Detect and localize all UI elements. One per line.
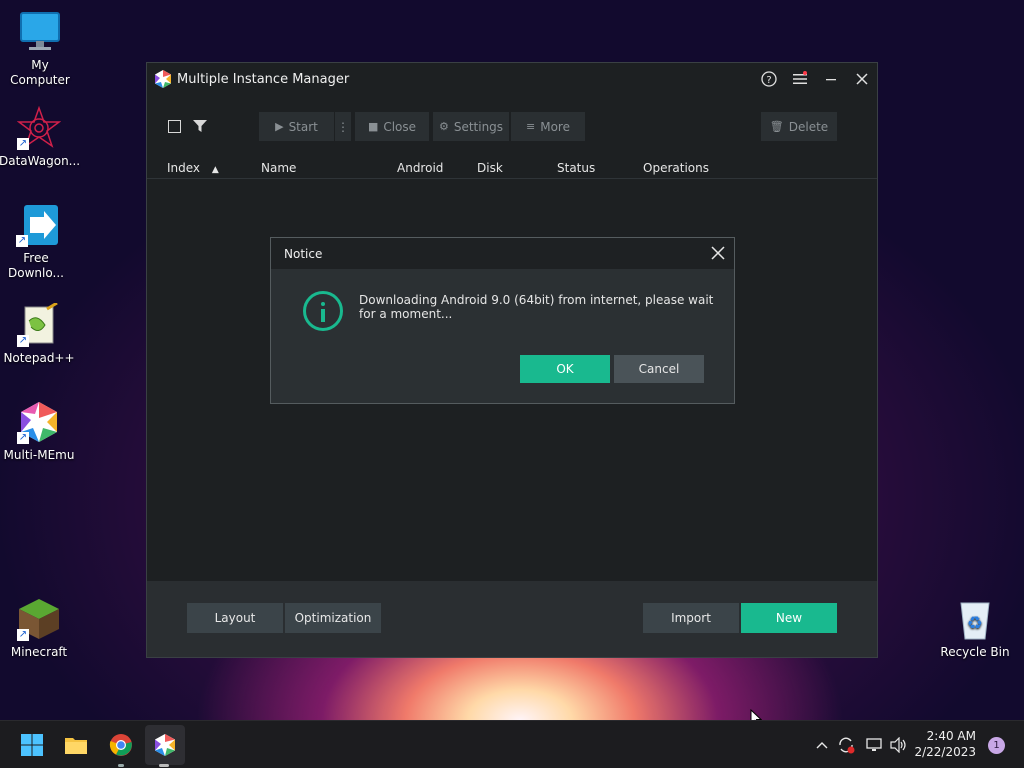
desktop-icon-label: DataWagon... xyxy=(0,154,81,168)
close-instance-button[interactable]: ■ Close xyxy=(355,112,429,141)
window-titlebar[interactable]: Multiple Instance Manager ? xyxy=(147,63,877,95)
gear-icon: ⚙ xyxy=(438,120,449,133)
sync-status-button[interactable] xyxy=(835,721,857,768)
network-icon xyxy=(866,738,882,751)
desktop-icon-label: Free Downlo... xyxy=(8,251,64,280)
column-header-name[interactable]: Name xyxy=(261,161,296,175)
window-footer: Layout Optimization Import New xyxy=(147,581,877,657)
dialog-message: Downloading Android 9.0 (64bit) from int… xyxy=(359,293,714,321)
free-download-manager-icon: ↗ xyxy=(16,203,60,247)
desktop-icon-label: My Computer xyxy=(10,58,70,87)
help-button[interactable]: ? xyxy=(753,63,784,95)
shortcut-arrow-icon: ↗ xyxy=(16,235,28,247)
minecraft-icon: ↗ xyxy=(17,597,61,641)
column-header-index[interactable]: Index ▲ xyxy=(167,161,219,175)
trash-icon: 🗑 xyxy=(769,120,784,133)
ok-button[interactable]: OK xyxy=(520,355,610,383)
show-hidden-icons-button[interactable] xyxy=(812,721,832,768)
multi-memu-running-indicator xyxy=(159,764,169,767)
chrome-icon[interactable] xyxy=(109,733,133,757)
desktop-icon-recycle-bin[interactable]: ♻ Recycle Bin xyxy=(935,597,1015,660)
notice-dialog: Notice Downloading Android 9.0 (64bit) f… xyxy=(270,237,735,404)
sort-ascending-icon: ▲ xyxy=(211,165,219,175)
stop-icon: ■ xyxy=(367,120,379,133)
dialog-titlebar[interactable]: Notice xyxy=(271,238,734,269)
shortcut-arrow-icon: ↗ xyxy=(17,629,29,641)
delete-button[interactable]: 🗑 Delete xyxy=(761,112,837,141)
network-button[interactable] xyxy=(863,721,885,768)
more-button[interactable]: ≡ More xyxy=(511,112,585,141)
close-icon xyxy=(855,73,868,85)
notification-center-badge[interactable]: 1 xyxy=(988,737,1005,754)
svg-text:?: ? xyxy=(766,75,771,86)
multi-memu-logo-icon xyxy=(155,70,171,88)
desktop-icon-multi-memu[interactable]: ↗ Multi-MEmu xyxy=(0,400,79,463)
dialog-close-icon[interactable] xyxy=(710,245,726,261)
filter-icon[interactable] xyxy=(193,120,207,133)
clock-date: 2/22/2023 xyxy=(914,745,976,759)
column-header-status[interactable]: Status xyxy=(557,161,595,175)
taskbar: 2:40 AM 2/22/2023 1 xyxy=(0,720,1024,768)
clock-time: 2:40 AM xyxy=(926,729,976,743)
desktop-icon-label: Notepad++ xyxy=(3,351,75,365)
list-icon: ≡ xyxy=(526,120,536,133)
computer-monitor-icon xyxy=(18,10,62,54)
desktop-icon-notepad-plus-plus[interactable]: ↗ Notepad++ xyxy=(0,301,79,366)
close-window-button[interactable] xyxy=(846,63,877,95)
start-options-button[interactable]: ⋮ xyxy=(335,112,351,141)
desktop-icon-minecraft[interactable]: ↗ Minecraft xyxy=(0,597,79,660)
instance-toolbar: ▶ Start ⋮ ■ Close ⚙ Settings ≡ More 🗑 De… xyxy=(147,95,877,157)
shortcut-arrow-icon: ↗ xyxy=(17,335,29,347)
multi-memu-icon: ↗ xyxy=(17,400,61,444)
recycle-bin-icon: ♻ xyxy=(953,597,997,641)
import-button[interactable]: Import xyxy=(643,603,739,633)
menu-button[interactable] xyxy=(784,63,815,95)
chrome-running-indicator xyxy=(118,764,124,767)
windows-start-icon[interactable] xyxy=(20,733,44,757)
file-explorer-icon[interactable] xyxy=(64,733,88,757)
start-button[interactable]: ▶ Start xyxy=(259,112,334,141)
desktop-icon-label: Multi-MEmu xyxy=(3,448,75,462)
notepad-plus-plus-icon: ↗ xyxy=(17,301,61,347)
desktop-icon-my-computer[interactable]: My Computer xyxy=(0,10,80,88)
taskbar-clock[interactable]: 2:40 AM 2/22/2023 xyxy=(914,728,976,760)
select-all-checkbox[interactable] xyxy=(168,120,181,133)
optimization-button[interactable]: Optimization xyxy=(285,603,381,633)
desktop-icon-label: Minecraft xyxy=(10,645,68,659)
desktop-icon-datawagon[interactable]: ↗ DataWagon... xyxy=(0,105,81,169)
desktop-icon-label: Recycle Bin xyxy=(940,645,1010,659)
datawagon-icon: ↗ xyxy=(16,105,62,150)
multi-memu-taskbar-icon xyxy=(155,734,175,756)
layout-button[interactable]: Layout xyxy=(187,603,283,633)
help-icon: ? xyxy=(760,71,777,87)
new-button[interactable]: New xyxy=(741,603,837,633)
shortcut-arrow-icon: ↗ xyxy=(17,138,29,150)
more-vertical-icon: ⋮ xyxy=(337,119,349,134)
column-header-android[interactable]: Android xyxy=(397,161,443,175)
window-title: Multiple Instance Manager xyxy=(177,71,350,87)
instance-list-header: Index ▲ Name Android Disk Status Operati… xyxy=(147,157,877,179)
settings-button[interactable]: ⚙ Settings xyxy=(433,112,509,141)
cancel-button[interactable]: Cancel xyxy=(614,355,704,383)
speaker-icon xyxy=(890,737,906,753)
dialog-title: Notice xyxy=(284,246,323,261)
play-icon: ▶ xyxy=(275,120,284,133)
minimize-icon xyxy=(825,79,836,81)
column-header-operations[interactable]: Operations xyxy=(643,161,709,175)
sync-icon xyxy=(839,737,855,754)
minimize-button[interactable] xyxy=(815,63,846,95)
column-header-disk[interactable]: Disk xyxy=(477,161,503,175)
desktop-icon-free-download-manager[interactable]: ↗ Free Downlo... xyxy=(0,203,78,281)
volume-button[interactable] xyxy=(888,721,910,768)
notification-dot xyxy=(803,71,807,75)
info-icon xyxy=(303,291,343,331)
chevron-up-icon xyxy=(816,742,828,749)
shortcut-arrow-icon: ↗ xyxy=(17,432,29,444)
svg-text:♻: ♻ xyxy=(967,613,983,634)
